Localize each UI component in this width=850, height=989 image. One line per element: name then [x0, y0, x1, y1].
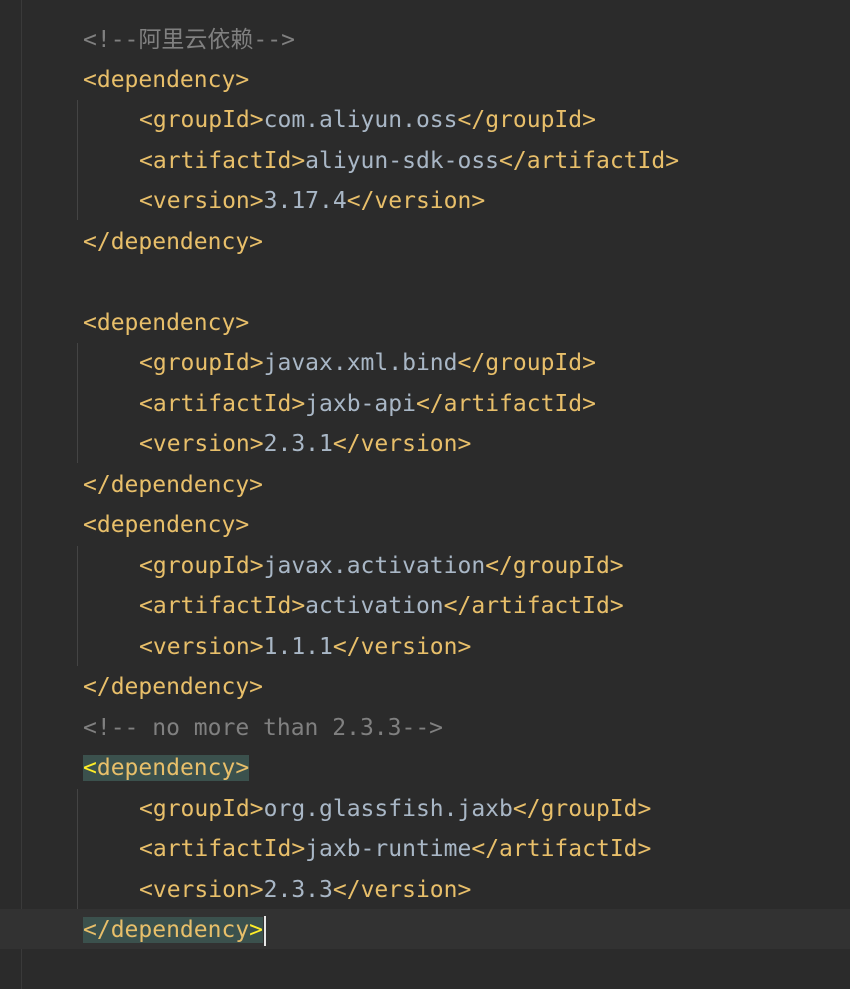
version-line: <version>2.3.3</version> [139, 870, 471, 910]
dependency-close-tag: </dependency> [83, 674, 264, 700]
xml-tag: </artifactId> [415, 391, 596, 417]
xml-tag: </version> [346, 188, 486, 214]
xml-tag: </version> [332, 877, 472, 903]
xml-value: 2.3.1 [263, 431, 333, 457]
brace-match-highlight: <dependency> [83, 755, 250, 781]
xml-value: 3.17.4 [263, 188, 347, 214]
code-comment: <!-- no more than 2.3.3--> [83, 715, 444, 741]
xml-value: javax.xml.bind [263, 350, 458, 376]
xml-tag: <groupId> [139, 107, 264, 133]
version-line: <version>1.1.1</version> [139, 627, 471, 667]
code-editor[interactable]: <!--阿里云依赖--> <dependency> <groupId>com.a… [0, 0, 850, 989]
dependency-open-tag: <dependency> [83, 512, 250, 538]
xml-value: 1.1.1 [263, 634, 333, 660]
matched-bracket: < [83, 755, 97, 781]
xml-tag: <artifactId> [139, 836, 306, 862]
xml-tag: <version> [139, 877, 264, 903]
xml-tag: <groupId> [139, 350, 264, 376]
dependency-close-tag: </dependency> [83, 472, 264, 498]
indent-guide [77, 343, 78, 463]
indent-guide [77, 789, 78, 909]
group-id-line: <groupId>javax.activation</groupId> [139, 546, 624, 586]
group-id-line: <groupId>javax.xml.bind</groupId> [139, 343, 596, 383]
version-line: <version>2.3.1</version> [139, 424, 471, 464]
dependency-open-tag: <dependency> [83, 748, 250, 788]
xml-value: activation [305, 593, 444, 619]
xml-tag: </groupId> [457, 350, 596, 376]
xml-tag: </version> [332, 634, 472, 660]
gutter-divider [21, 0, 22, 989]
indent-guide [77, 100, 78, 220]
xml-tag: </groupId> [457, 107, 596, 133]
xml-tag: </artifactId> [499, 148, 680, 174]
xml-tag: </groupId> [485, 553, 624, 579]
xml-tag: <artifactId> [139, 148, 306, 174]
text-caret [264, 915, 267, 946]
group-id-line: <groupId>com.aliyun.oss</groupId> [139, 100, 596, 140]
dependency-open-tag: <dependency> [83, 67, 250, 93]
artifact-id-line: <artifactId>jaxb-api</artifactId> [139, 384, 596, 424]
xml-tag: <groupId> [139, 553, 264, 579]
xml-value: org.glassfish.jaxb [263, 796, 513, 822]
xml-value: jaxb-runtime [305, 836, 472, 862]
xml-tag: <artifactId> [139, 391, 306, 417]
xml-value: 2.3.3 [263, 877, 333, 903]
artifact-id-line: <artifactId>aliyun-sdk-oss</artifactId> [139, 141, 679, 181]
dependency-open-tag: <dependency> [83, 310, 250, 336]
artifact-id-line: <artifactId>activation</artifactId> [139, 586, 624, 626]
xml-tag: <groupId> [139, 796, 264, 822]
brace-match-highlight: </dependency> [83, 917, 264, 943]
xml-tag: </artifactId> [471, 836, 652, 862]
xml-value: javax.activation [263, 553, 486, 579]
xml-value: aliyun-sdk-oss [305, 148, 500, 174]
xml-value: com.aliyun.oss [263, 107, 458, 133]
dependency-close-tag: </dependency> [83, 229, 264, 255]
code-comment: <!--阿里云依赖--> [83, 27, 295, 53]
xml-tag: <version> [139, 634, 264, 660]
xml-tag: <version> [139, 188, 264, 214]
xml-value: jaxb-api [305, 391, 416, 417]
xml-tag: </groupId> [512, 796, 652, 822]
version-line: <version>3.17.4</version> [139, 181, 485, 221]
group-id-line: <groupId>org.glassfish.jaxb</groupId> [139, 789, 651, 829]
xml-tag: </version> [332, 431, 472, 457]
artifact-id-line: <artifactId>jaxb-runtime</artifactId> [139, 829, 651, 869]
matched-bracket: > [249, 917, 264, 943]
indent-guide [77, 546, 78, 666]
dependency-close-tag: </dependency> [83, 910, 267, 950]
xml-tag: <artifactId> [139, 593, 306, 619]
tag-name: </dependency [83, 917, 250, 943]
xml-tag: </artifactId> [443, 593, 624, 619]
tag-name: dependency> [96, 755, 250, 781]
xml-tag: <version> [139, 431, 264, 457]
